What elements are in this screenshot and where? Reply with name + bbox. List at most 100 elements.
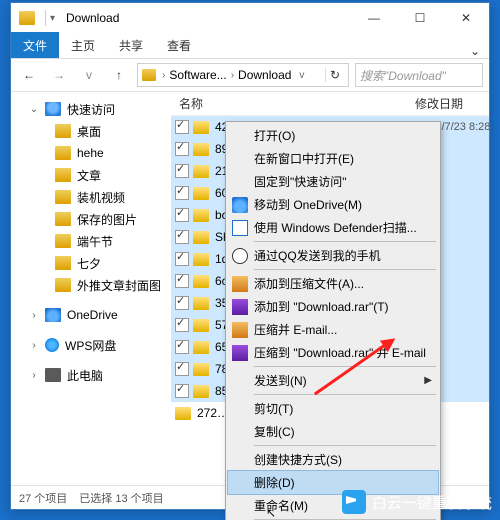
search-input[interactable]: 搜索"Download"	[355, 63, 483, 87]
sidebar-item-covers[interactable]: 外推文章封面图	[11, 274, 171, 296]
menu-pin-quick-access[interactable]: 固定到"快速访问"	[228, 170, 438, 193]
folder-icon	[175, 407, 191, 420]
sidebar-item-saved-pics[interactable]: 保存的图片	[11, 208, 171, 230]
close-button[interactable]: ✕	[443, 3, 489, 33]
nav-back-button[interactable]: ←	[17, 63, 41, 87]
menu-add-to-archive[interactable]: 添加到压缩文件(A)...	[228, 272, 438, 295]
chevron-right-icon[interactable]: ›	[29, 310, 39, 321]
menu-qq-send[interactable]: 通过QQ发送到我的手机	[228, 244, 438, 267]
menu-label: 打开(O)	[254, 127, 295, 144]
checkbox[interactable]	[175, 318, 189, 332]
menu-create-shortcut[interactable]: 创建快捷方式(S)	[228, 448, 438, 471]
chevron-right-icon[interactable]: ›	[160, 70, 167, 81]
chevron-down-icon[interactable]: v	[297, 70, 306, 81]
menu-label: 压缩并 E-mail...	[254, 321, 337, 338]
chevron-right-icon[interactable]: ›	[29, 370, 39, 381]
menu-compress-email[interactable]: 压缩并 E-mail...	[228, 318, 438, 341]
checkbox[interactable]	[175, 208, 189, 222]
breadcrumb[interactable]: Software...	[167, 68, 228, 82]
tab-file[interactable]: 文件	[11, 32, 59, 58]
column-date[interactable]: 修改日期	[415, 95, 489, 112]
chevron-right-icon[interactable]: ›	[29, 340, 39, 351]
submenu-arrow-icon: ▶	[424, 375, 432, 386]
checkbox[interactable]	[175, 296, 189, 310]
onedrive-icon	[45, 308, 61, 322]
archive-icon	[232, 276, 248, 292]
folder-icon	[193, 209, 209, 222]
menu-copy[interactable]: 复制(C)	[228, 420, 438, 443]
menu-defender-scan[interactable]: 使用 Windows Defender扫描...	[228, 216, 438, 239]
sidebar-item-desktop[interactable]: 桌面	[11, 120, 171, 142]
checkbox[interactable]	[175, 120, 189, 134]
window-title: Download	[66, 11, 351, 25]
column-headers[interactable]: 名称 修改日期 类	[171, 92, 489, 116]
sidebar-item-videos[interactable]: 装机视频	[11, 186, 171, 208]
checkbox[interactable]	[175, 274, 189, 288]
ribbon-expand-button[interactable]: ⌄	[461, 44, 489, 58]
chevron-right-icon[interactable]: ›	[229, 70, 236, 81]
navigation-pane[interactable]: ⌄ 快速访问 桌面 hehe 文章 装机视频 保存的图片 端午节 七夕 外推文章…	[11, 92, 171, 485]
titlebar[interactable]: ▾ Download — ☐ ✕	[11, 3, 489, 33]
tab-view[interactable]: 查看	[155, 33, 203, 58]
menu-label: 创建快捷方式(S)	[254, 451, 342, 468]
qat-dropdown-icon[interactable]: ▾	[50, 13, 60, 24]
menu-add-to-rar[interactable]: 添加到 "Download.rar"(T)	[228, 295, 438, 318]
maximize-button[interactable]: ☐	[397, 3, 443, 33]
sidebar-item-hehe[interactable]: hehe	[11, 142, 171, 164]
menu-label: 复制(C)	[254, 423, 295, 440]
refresh-button[interactable]: ↻	[325, 68, 344, 82]
star-icon	[45, 102, 61, 116]
breadcrumb[interactable]: Download	[236, 68, 293, 82]
menu-label: 压缩到 "Download.rar" 并 E-mail	[254, 344, 426, 361]
address-bar[interactable]: › Software... › Download v ↻	[137, 63, 349, 87]
menu-cut[interactable]: 剪切(T)	[228, 397, 438, 420]
menu-move-to-onedrive[interactable]: 移动到 OneDrive(M)	[228, 193, 438, 216]
context-menu[interactable]: 打开(O) 在新窗口中打开(E) 固定到"快速访问" 移动到 OneDrive(…	[225, 121, 441, 520]
menu-compress-rar-email[interactable]: 压缩到 "Download.rar" 并 E-mail	[228, 341, 438, 364]
checkbox[interactable]	[175, 230, 189, 244]
checkbox[interactable]	[175, 252, 189, 266]
sidebar-item-articles[interactable]: 文章	[11, 164, 171, 186]
menu-label: 移动到 OneDrive(M)	[254, 196, 362, 213]
tab-home[interactable]: 主页	[59, 33, 107, 58]
menu-send-to[interactable]: 发送到(N) ▶	[228, 369, 438, 392]
menu-open[interactable]: 打开(O)	[228, 124, 438, 147]
divider	[45, 10, 46, 26]
archive-icon	[232, 322, 248, 338]
checkbox[interactable]	[175, 340, 189, 354]
minimize-button[interactable]: —	[351, 3, 397, 33]
checkbox[interactable]	[175, 186, 189, 200]
menu-separator	[254, 394, 436, 395]
folder-icon	[193, 275, 209, 288]
nav-up-button[interactable]: ↑	[107, 63, 131, 87]
menu-label: 发送到(N)	[254, 372, 307, 389]
menu-separator	[254, 241, 436, 242]
sidebar-item-label: OneDrive	[67, 308, 171, 322]
sidebar-item-onedrive[interactable]: › OneDrive	[11, 304, 171, 326]
column-name[interactable]: 名称	[175, 95, 415, 112]
checkbox[interactable]	[175, 164, 189, 178]
sidebar-item-qixi[interactable]: 七夕	[11, 252, 171, 274]
status-count: 27 个项目	[19, 490, 67, 506]
sidebar-item-duanwu[interactable]: 端午节	[11, 230, 171, 252]
folder-icon	[55, 190, 71, 204]
archive-icon	[232, 299, 248, 315]
sidebar-item-wpsdrive[interactable]: › WPS网盘	[11, 334, 171, 356]
checkbox[interactable]	[175, 384, 189, 398]
checkbox[interactable]	[175, 142, 189, 156]
nav-history-button[interactable]: v	[77, 63, 101, 87]
folder-icon	[193, 165, 209, 178]
menu-open-new-window[interactable]: 在新窗口中打开(E)	[228, 147, 438, 170]
sidebar-item-thispc[interactable]: › 此电脑	[11, 364, 171, 386]
address-folder-icon	[142, 69, 156, 81]
wpsdrive-icon	[45, 338, 59, 352]
sidebar-item-quick-access[interactable]: ⌄ 快速访问	[11, 98, 171, 120]
menu-separator	[254, 269, 436, 270]
tab-share[interactable]: 共享	[107, 33, 155, 58]
sidebar-item-label: 文章	[77, 167, 171, 184]
folder-icon	[55, 234, 71, 248]
checkbox[interactable]	[175, 362, 189, 376]
folder-icon	[55, 256, 71, 270]
nav-forward-button[interactable]: →	[47, 63, 71, 87]
chevron-down-icon[interactable]: ⌄	[29, 104, 39, 115]
